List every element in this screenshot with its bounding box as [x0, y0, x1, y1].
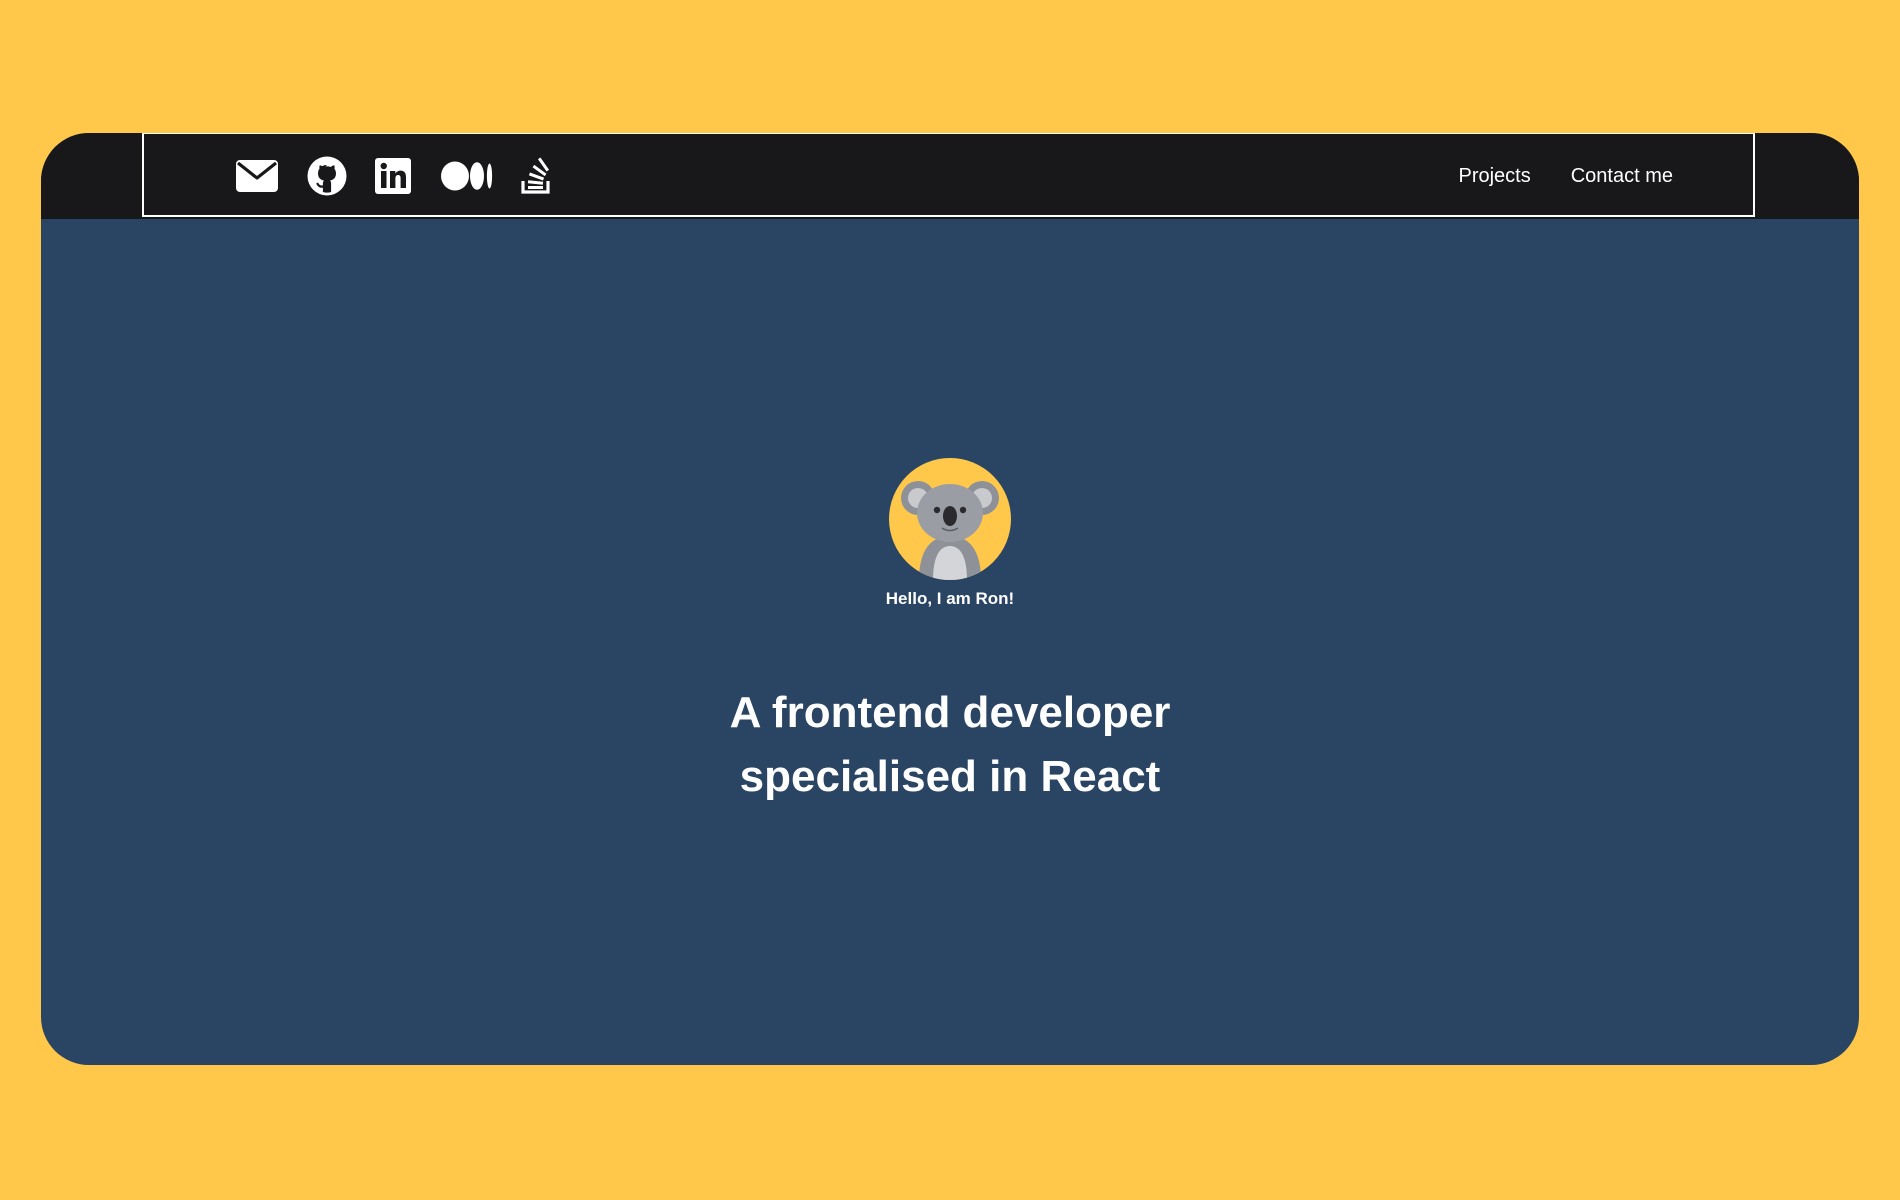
nav-projects-link[interactable]: Projects — [1458, 165, 1530, 188]
nav-bar: Projects Contact me — [142, 133, 1755, 217]
greeting-text: Hello, I am Ron! — [885, 589, 1015, 608]
github-link[interactable] — [307, 156, 347, 196]
github-icon — [307, 156, 347, 196]
nav-links: Projects Contact me — [1418, 134, 1673, 218]
hero-section: Hello, I am Ron! A frontend developer sp… — [41, 219, 1859, 1065]
medium-icon — [441, 161, 493, 191]
avatar — [889, 458, 1011, 580]
social-links — [236, 156, 553, 196]
koala-avatar — [901, 481, 999, 580]
nav-contact-link[interactable]: Contact me — [1571, 165, 1673, 188]
stackoverflow-icon — [521, 157, 550, 194]
mail-icon — [236, 160, 278, 192]
linkedin-icon — [375, 158, 411, 194]
header: Projects Contact me — [41, 133, 1859, 219]
medium-link[interactable] — [441, 161, 493, 191]
page-frame: Projects Contact me Hello, I am Ron! A f… — [41, 133, 1859, 1065]
headline: A frontend developer specialised in Reac… — [41, 681, 1859, 809]
headline-line-1: A frontend developer — [729, 688, 1171, 737]
email-link[interactable] — [236, 160, 278, 192]
stackoverflow-link[interactable] — [521, 157, 553, 195]
headline-line-2: specialised in React — [739, 752, 1161, 801]
linkedin-link[interactable] — [375, 158, 411, 194]
